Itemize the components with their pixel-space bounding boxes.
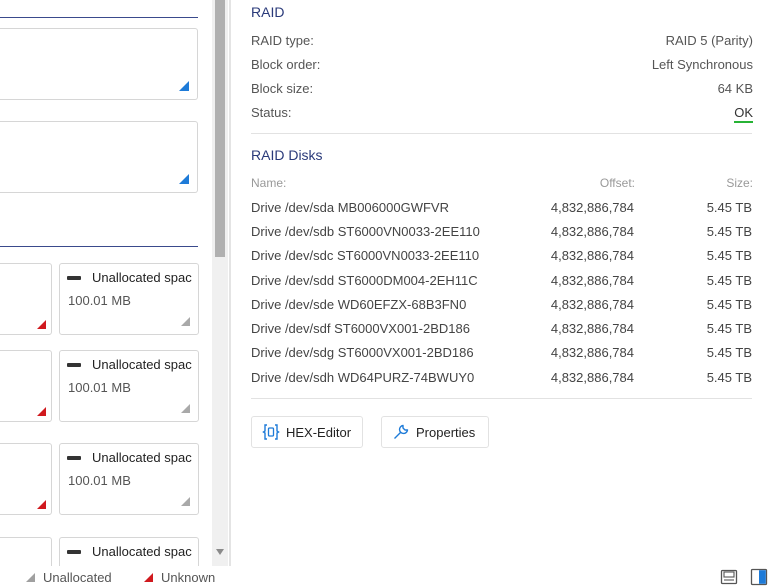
disk-name: Drive /dev/sdf ST6000VX001-2BD186 (251, 321, 470, 336)
properties-button[interactable]: Properties (381, 416, 489, 448)
unknown-partition-card[interactable] (0, 537, 52, 566)
partition-type-marker (179, 174, 189, 184)
column-header-offset: Offset: (599, 176, 635, 190)
column-header-size: Size: (726, 176, 753, 190)
unallocated-legend-icon (26, 573, 35, 582)
disk-offset: 4,832,886,784 (550, 273, 634, 288)
disk-name: Drive /dev/sda MB006000GWFVR (251, 200, 449, 215)
unallocated-marker (181, 497, 190, 506)
scrollbar-thumb[interactable] (215, 0, 225, 257)
hex-editor-label: HEX-Editor (286, 424, 352, 440)
legend-unallocated-label: Unallocated (43, 570, 112, 585)
hex-editor-button[interactable]: HEX-Editor (251, 416, 363, 448)
panel-toggle-icon[interactable] (750, 568, 768, 586)
block-size-value: 64 KB (717, 81, 753, 96)
unallocated-space-card[interactable]: Unallocated spac 100.01 MB (59, 263, 199, 335)
raid-disk-row[interactable]: Drive /dev/sdf ST6000VX001-2BD186 4,832,… (251, 321, 752, 341)
disk-name: Drive /dev/sdd ST6000DM004-2EH11C (251, 273, 478, 288)
unallocated-icon (67, 275, 81, 280)
disk-size: 5.45 TB (706, 224, 752, 239)
partition-map-panel: Unallocated spac 100.01 MB Unallocated s… (0, 0, 212, 566)
disk-size: 5.45 TB (706, 273, 752, 288)
disk-size: 5.45 TB (706, 345, 752, 360)
raid-section-title: RAID (251, 4, 285, 20)
disk-offset: 4,832,886,784 (550, 200, 634, 215)
unallocated-space-card[interactable]: Unallocated spac 100.01 MB (59, 350, 199, 422)
disk-size: 5.45 TB (706, 297, 752, 312)
unallocated-space-card[interactable]: Unallocated spac 100.01 MB (59, 443, 199, 515)
disk-name: Drive /dev/sdg ST6000VX001-2BD186 (251, 345, 474, 360)
status-value: OK (734, 105, 753, 123)
raid-type-label: RAID type: (251, 33, 314, 48)
raid-disk-row[interactable]: Drive /dev/sdg ST6000VX001-2BD186 4,832,… (251, 345, 752, 365)
section-divider (251, 398, 752, 399)
unallocated-icon (67, 362, 81, 367)
unallocated-title: Unallocated spac (92, 270, 192, 285)
disk-size: 5.45 TB (706, 370, 752, 385)
raid-disk-row[interactable]: Drive /dev/sdb ST6000VN0033-2EE110 4,832… (251, 224, 752, 244)
unallocated-size: 100.01 MB (68, 473, 131, 488)
vertical-scrollbar[interactable] (212, 0, 228, 566)
unallocated-space-card[interactable]: Unallocated spac (59, 537, 199, 566)
wrench-icon (394, 424, 409, 439)
panel-splitter[interactable] (229, 0, 231, 566)
disk-name: Drive /dev/sde WD60EFZX-68B3FN0 (251, 297, 467, 312)
disk-offset: 4,832,886,784 (550, 224, 634, 239)
disk-offset: 4,832,886,784 (550, 321, 634, 336)
disk-name: Drive /dev/sdh WD64PURZ-74BWUY0 (251, 370, 475, 385)
unallocated-size: 100.01 MB (68, 380, 131, 395)
scroll-down-arrow-icon[interactable] (216, 549, 224, 555)
unallocated-title: Unallocated spac (92, 357, 192, 372)
disk-name: Drive /dev/sdc ST6000VN0033-2EE110 (251, 248, 480, 263)
raid-disk-row[interactable]: Drive /dev/sdh WD64PURZ-74BWUY0 4,832,88… (251, 370, 752, 390)
disk-offset: 4,832,886,784 (550, 297, 634, 312)
section-divider (251, 133, 752, 134)
disk-offset: 4,832,886,784 (550, 370, 634, 385)
section-divider (0, 246, 198, 247)
unallocated-title: Unallocated spac (92, 544, 192, 559)
raid-type-value: RAID 5 (Parity) (665, 33, 753, 48)
disk-offset: 4,832,886,784 (550, 248, 634, 263)
unknown-marker (37, 407, 46, 416)
section-divider (0, 17, 198, 18)
unknown-marker (37, 320, 46, 329)
unallocated-marker (181, 404, 190, 413)
disk-size: 5.45 TB (706, 321, 752, 336)
raid-disk-row[interactable]: Drive /dev/sde WD60EFZX-68B3FN0 4,832,88… (251, 297, 752, 317)
raid-disk-row[interactable]: Drive /dev/sdc ST6000VN0033-2EE110 4,832… (251, 248, 752, 268)
raid-disk-row[interactable]: Drive /dev/sda MB006000GWFVR 4,832,886,7… (251, 200, 752, 220)
partition-card[interactable] (0, 28, 198, 100)
unallocated-marker (181, 317, 190, 326)
unknown-legend-icon (144, 573, 153, 582)
unallocated-title: Unallocated spac (92, 450, 192, 465)
unallocated-size: 100.01 MB (68, 293, 131, 308)
unknown-marker (37, 500, 46, 509)
properties-label: Properties (416, 424, 476, 440)
disk-size: 5.45 TB (706, 200, 752, 215)
legend-unknown-label: Unknown (161, 570, 216, 585)
raid-disk-row[interactable]: Drive /dev/sdd ST6000DM004-2EH11C 4,832,… (251, 273, 752, 293)
block-order-value: Left Synchronous (651, 57, 753, 72)
raid-disks-section-title: RAID Disks (251, 147, 323, 163)
block-order-label: Block order: (251, 57, 321, 72)
unallocated-icon (67, 549, 81, 554)
legend-unallocated: Unallocated (26, 570, 112, 585)
legend-unknown: Unknown (144, 570, 215, 585)
unallocated-icon (67, 455, 81, 460)
hex-editor-icon (262, 424, 280, 440)
unknown-partition-card[interactable] (0, 263, 52, 335)
status-label: Status: (251, 105, 292, 120)
unknown-partition-card[interactable] (0, 350, 52, 422)
save-icon[interactable] (720, 568, 738, 586)
partition-card[interactable] (0, 121, 198, 193)
disk-size: 5.45 TB (706, 248, 752, 263)
unknown-partition-card[interactable] (0, 443, 52, 515)
disk-name: Drive /dev/sdb ST6000VN0033-2EE110 (251, 224, 480, 239)
column-header-name: Name: (251, 176, 287, 190)
block-size-label: Block size: (251, 81, 314, 96)
disk-offset: 4,832,886,784 (550, 345, 634, 360)
partition-type-marker (179, 81, 189, 91)
status-bar: Unallocated Unknown (0, 566, 776, 588)
